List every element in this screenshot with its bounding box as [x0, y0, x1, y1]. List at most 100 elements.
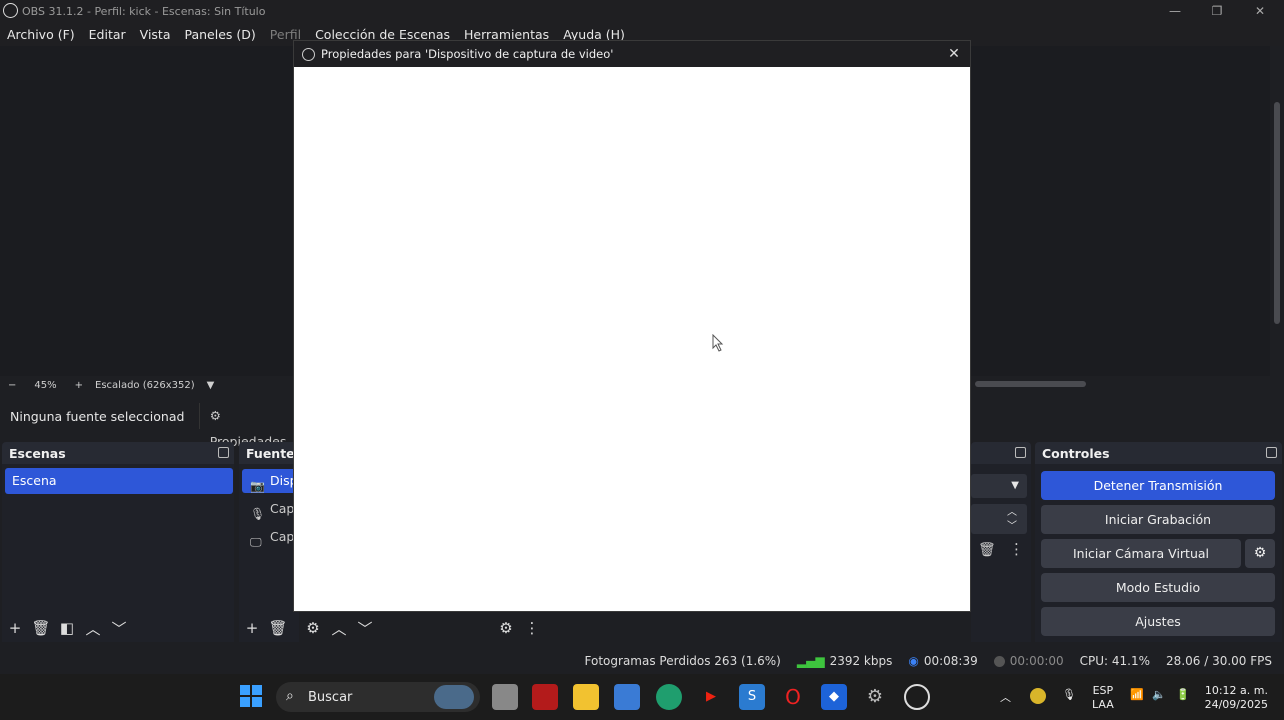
- battery-icon[interactable]: 🔋: [1176, 688, 1190, 701]
- move-up-button[interactable]: ︿: [80, 618, 106, 639]
- zoom-out-button[interactable]: −: [8, 380, 16, 391]
- restore-button[interactable]: ❐: [1196, 0, 1238, 22]
- chevron-down-icon[interactable]: ▼: [207, 380, 215, 391]
- no-source-label: Ninguna fuente seleccionad: [10, 408, 185, 424]
- more-options-icon[interactable]: ⋮: [519, 619, 545, 637]
- record-icon: [993, 655, 1005, 667]
- stop-streaming-button[interactable]: Detener Transmisión: [1041, 471, 1275, 500]
- move-up-button[interactable]: ︿: [326, 618, 352, 639]
- preview-horizontal-scrollbar[interactable]: [975, 378, 1270, 388]
- record-time-value: 00:00:00: [1009, 654, 1064, 668]
- obs-logo-icon: [3, 3, 18, 18]
- title-bar: OBS 31.1.2 - Perfil: kick - Escenas: Sin…: [0, 0, 1284, 22]
- trash-icon[interactable]: 🗑: [978, 542, 996, 558]
- store-icon[interactable]: [614, 684, 640, 710]
- more-options-icon[interactable]: ⋮: [1009, 540, 1024, 558]
- remove-source-button[interactable]: 🗑: [265, 619, 291, 637]
- sources-toolbar-extra: ⚙ ︿ ﹀: [300, 617, 378, 639]
- scrollbar-thumb[interactable]: [975, 381, 1086, 387]
- add-source-button[interactable]: +: [239, 619, 265, 637]
- windows-taskbar: ⌕ Buscar ▶ S O ◆ ⚙ ︿ 🎙 ESP LAA 📶 🔈 🔋 10:1…: [0, 674, 1284, 720]
- scene-item[interactable]: Escena: [5, 468, 233, 494]
- wifi-icon[interactable]: 📶: [1130, 688, 1144, 701]
- clock-time: 10:12 a. m.: [1204, 684, 1268, 697]
- scenes-toolbar: + 🗑 ◧ ︿ ﹀: [2, 617, 132, 639]
- source-item[interactable]: 🎙Captura de entrada de audio: [242, 497, 299, 521]
- settings-app-icon[interactable]: ⚙: [862, 684, 888, 710]
- controls-header: Controles: [1035, 442, 1282, 464]
- search-highlight-icon: [434, 685, 474, 709]
- gear-icon: ⚙: [1253, 545, 1267, 561]
- edge-browser-icon[interactable]: [656, 684, 682, 710]
- game-app-icon[interactable]: [532, 684, 558, 710]
- studio-mode-button[interactable]: Modo Estudio: [1041, 573, 1275, 602]
- stream-time-value: 00:08:39: [923, 654, 978, 668]
- obs-taskbar-icon[interactable]: [904, 684, 930, 710]
- filters-button[interactable]: ◧: [54, 619, 80, 637]
- microphone-icon[interactable]: 🎙: [1062, 688, 1076, 701]
- menu-view[interactable]: Vista: [140, 27, 171, 42]
- start-virtual-camera-button[interactable]: Iniciar Cámara Virtual: [1041, 539, 1241, 568]
- youtube-icon[interactable]: ▶: [698, 684, 724, 710]
- move-down-button[interactable]: ﹀: [106, 618, 132, 639]
- move-down-button[interactable]: ﹀: [352, 618, 378, 639]
- virtual-camera-settings-button[interactable]: ⚙: [1245, 539, 1275, 568]
- scale-label: Escalado (626x352): [95, 379, 195, 391]
- file-explorer-icon[interactable]: [573, 684, 599, 710]
- chevron-up-icon[interactable]: ︿: [1000, 689, 1011, 705]
- mixer-settings-icon[interactable]: ⚙: [493, 619, 519, 637]
- add-scene-button[interactable]: +: [2, 619, 28, 637]
- minimize-button[interactable]: —: [1154, 0, 1196, 22]
- dialog-header: Propiedades para 'Dispositivo de captura…: [294, 41, 970, 67]
- signal-bars-icon: ▂▄▆: [796, 654, 825, 668]
- zoom-level: 45%: [34, 379, 57, 391]
- dropbox-icon[interactable]: ◆: [821, 684, 847, 710]
- scrollbar-thumb[interactable]: [1274, 102, 1280, 324]
- settings-button[interactable]: Ajustes: [1041, 607, 1275, 636]
- obs-logo-icon: [302, 47, 315, 61]
- clock[interactable]: 10:12 a. m. 24/09/2025: [1204, 684, 1268, 712]
- undock-icon[interactable]: [1266, 447, 1277, 458]
- status-bar: Fotogramas Perdidos 263 (1.6%) ▂▄▆ 2392 k…: [0, 648, 1284, 674]
- volume-icon[interactable]: 🔈: [1152, 688, 1166, 701]
- app-s-icon[interactable]: S: [739, 684, 765, 710]
- taskbar-search[interactable]: ⌕ Buscar: [276, 682, 480, 712]
- chevron-down-icon[interactable]: ﹀: [1007, 521, 1017, 532]
- search-icon: ⌕: [286, 688, 294, 704]
- microphone-icon: 🎙: [250, 507, 266, 521]
- source-item[interactable]: 📷Dispositivo de captura de video: [242, 469, 299, 493]
- language-code: ESP: [1092, 684, 1114, 697]
- close-icon[interactable]: ✕: [944, 44, 964, 64]
- live-icon: ◉: [908, 654, 919, 668]
- tray-app-icon[interactable]: [1030, 688, 1046, 704]
- undock-icon[interactable]: [218, 447, 229, 458]
- close-window-button[interactable]: ✕: [1239, 0, 1281, 22]
- start-recording-button[interactable]: Iniciar Grabación: [1041, 505, 1275, 534]
- keyboard-layout: LAA: [1092, 698, 1114, 711]
- mixer-toolbar: ⚙ ⋮: [493, 617, 545, 639]
- preview-vertical-scrollbar[interactable]: [1270, 46, 1284, 376]
- opera-icon[interactable]: O: [780, 684, 806, 710]
- properties-button[interactable]: ⚙ Propiedades: [198, 403, 300, 449]
- cpu-usage: CPU: 41.1%: [1079, 654, 1151, 668]
- source-toolbar: Ninguna fuente seleccionad ⚙ Propiedades: [0, 402, 300, 449]
- language-indicator[interactable]: ESP LAA: [1092, 684, 1114, 712]
- zoom-in-button[interactable]: +: [75, 380, 83, 391]
- duration-spinbox[interactable]: ︿ ﹀: [971, 504, 1027, 534]
- task-view-icon[interactable]: [492, 684, 518, 710]
- dialog-content: [294, 67, 970, 611]
- menu-file[interactable]: Archivo (F): [7, 27, 75, 42]
- camera-icon: 📷: [250, 479, 265, 493]
- source-item[interactable]: 🖵Captura de pantalla: [242, 525, 299, 549]
- properties-dialog: Propiedades para 'Dispositivo de captura…: [293, 40, 971, 612]
- chevron-up-icon[interactable]: ︿: [1007, 507, 1017, 518]
- transition-select[interactable]: ▼: [971, 474, 1027, 498]
- dropped-frames: Fotogramas Perdidos 263 (1.6%): [584, 654, 781, 668]
- undock-icon[interactable]: [1015, 447, 1026, 458]
- windows-start-icon[interactable]: [238, 684, 264, 710]
- menu-docks[interactable]: Paneles (D): [185, 27, 256, 42]
- source-properties-button[interactable]: ⚙: [300, 619, 326, 637]
- bitrate-status: ▂▄▆ 2392 kbps: [797, 654, 892, 668]
- remove-scene-button[interactable]: 🗑: [28, 619, 54, 637]
- menu-edit[interactable]: Editar: [89, 27, 126, 42]
